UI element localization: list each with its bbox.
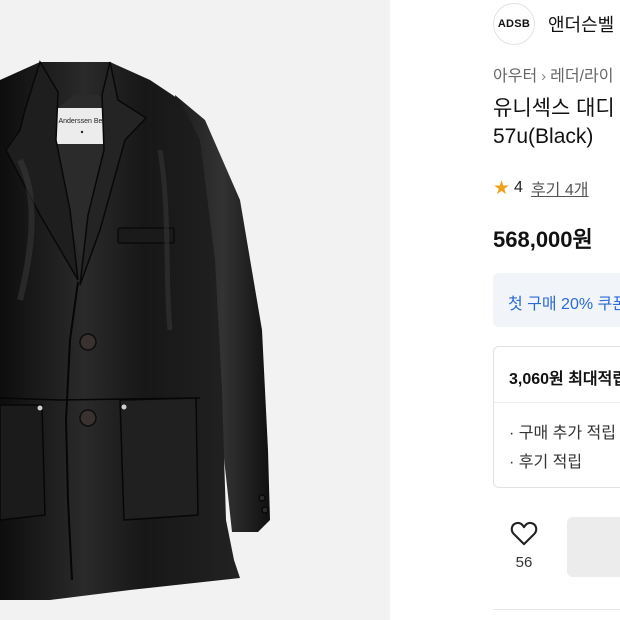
product-title-line2: 57u(Black) <box>493 125 594 148</box>
heart-outline-icon <box>510 521 538 546</box>
points-box: 3,060원 최대적립 · 구매 추가 적립 · 후기 적립 <box>493 346 620 488</box>
like-button[interactable]: 56 <box>508 520 540 571</box>
purchase-button[interactable] <box>567 517 620 577</box>
star-icon: ★ <box>493 177 511 199</box>
points-row: · 후기 적립 <box>509 454 583 471</box>
breadcrumb-item-outer[interactable]: 아우터 <box>493 68 537 85</box>
points-row: · 구매 추가 적립 <box>509 425 616 442</box>
rating-summary[interactable]: ★ 4 후기 4개 <box>493 176 588 200</box>
rating-score: 4 <box>514 179 523 196</box>
product-title-line1: 유니섹스 대디 <box>493 97 615 120</box>
coupon-text: 첫 구매 20% 쿠폰 <box>508 296 620 313</box>
breadcrumb-item-leather[interactable]: 레더/라이 <box>550 68 613 85</box>
coupon-banner[interactable]: 첫 구매 20% 쿠폰 <box>493 273 620 327</box>
divider <box>494 402 620 403</box>
reviews-link[interactable]: 후기 4개 <box>531 176 589 200</box>
points-headline: 3,060원 최대적립 <box>509 371 620 388</box>
leather-jacket-illustration: Anderssen Bell <box>0 60 270 600</box>
divider <box>493 609 620 610</box>
like-count: 56 <box>515 554 533 571</box>
label-text: Anderssen Bell <box>58 118 106 125</box>
brand-logo[interactable]: ADSB <box>493 3 535 45</box>
product-image[interactable]: Anderssen Bell <box>0 0 390 620</box>
brand-name[interactable]: 앤더슨벨 <box>548 11 614 37</box>
product-info-panel: ADSB 앤더슨벨 아우터 › 레더/라이 유니섹스 대디 57u(Black) ★… <box>390 0 620 620</box>
product-price: 568,000원 <box>493 227 593 252</box>
breadcrumb: 아우터 › 레더/라이 <box>493 62 614 86</box>
chevron-right-icon: › <box>541 68 547 85</box>
brand-row[interactable]: ADSB 앤더슨벨 <box>493 3 614 45</box>
